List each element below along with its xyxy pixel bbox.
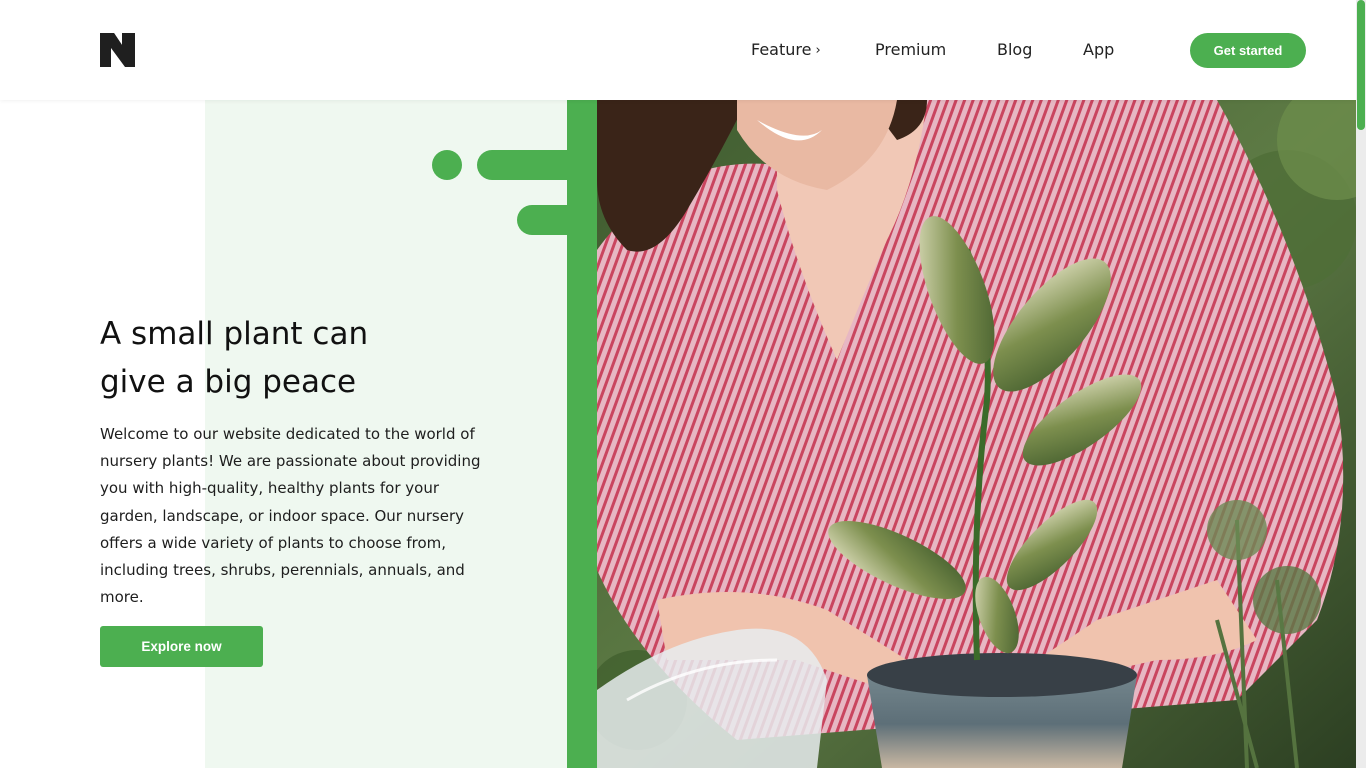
nav-item-label: Premium	[875, 40, 947, 59]
page-scrollbar-thumb[interactable]	[1357, 0, 1365, 130]
woman-potting-plant-photo	[597, 100, 1356, 768]
hero-title-line: give a big peace	[100, 364, 357, 400]
nav-item-app[interactable]: App	[1083, 40, 1114, 59]
chevron-right-icon: ›	[815, 43, 821, 58]
decor-pill	[517, 205, 577, 235]
get-started-button[interactable]: Get started	[1190, 33, 1306, 68]
nav-item-label: Blog	[997, 40, 1033, 59]
accent-bar	[567, 100, 597, 768]
decor-dot	[432, 150, 462, 180]
hero-title-line: A small plant can	[100, 316, 369, 352]
nav-item-label: App	[1083, 40, 1115, 59]
explore-now-button[interactable]: Explore now	[100, 626, 263, 667]
site-header: Feature › Premium Blog App Get started	[0, 0, 1356, 100]
nav-item-feature[interactable]: Feature ›	[751, 40, 821, 59]
hero-description: Welcome to our website dedicated to the …	[100, 425, 481, 607]
nav-item-label: Feature	[751, 40, 812, 59]
nav-item-blog[interactable]: Blog	[997, 40, 1032, 59]
decor-pill	[477, 150, 577, 180]
n-logo-icon[interactable]	[100, 33, 135, 67]
hero-title: A small plant can give a big peace	[100, 310, 460, 406]
nav-item-premium[interactable]: Premium	[875, 40, 946, 59]
